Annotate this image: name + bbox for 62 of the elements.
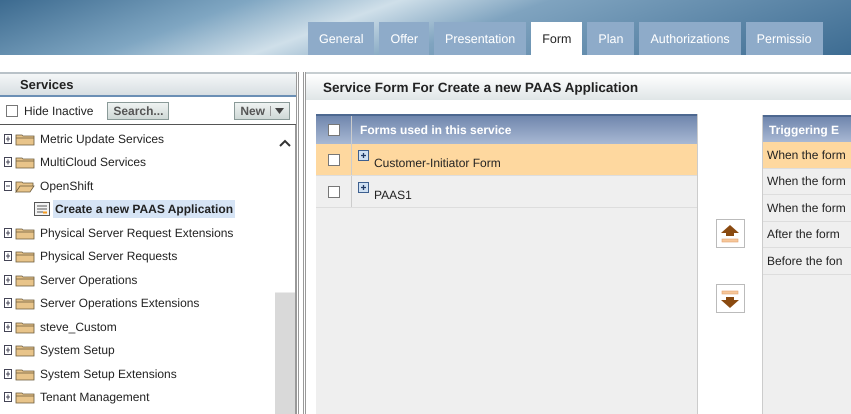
folder-icon (15, 366, 35, 381)
arrow-up-icon (719, 222, 741, 244)
expand-icon[interactable] (4, 274, 12, 285)
expand-icon[interactable] (4, 345, 12, 356)
tree-item[interactable]: MultiCloud Services (38, 153, 148, 172)
checkbox[interactable] (328, 186, 340, 198)
expand-icon[interactable] (4, 134, 12, 144)
panel-title: Services (0, 72, 296, 97)
collapse-icon[interactable] (4, 180, 12, 191)
tree-item[interactable]: Create a new PAAS Application (53, 200, 236, 218)
expand-icon[interactable] (4, 228, 12, 238)
expand-icon[interactable] (4, 251, 12, 262)
tree-item[interactable]: OpenShift (38, 176, 96, 195)
table-cell[interactable]: After the form (763, 222, 851, 248)
tree-item[interactable]: System Setup (38, 341, 117, 360)
tree-item[interactable]: Physical Server Requests (38, 247, 180, 266)
expand-icon[interactable] (358, 182, 369, 193)
tree-item[interactable]: Server Operations (38, 270, 140, 289)
column-header: Forms used in this service (359, 123, 512, 137)
checkbox[interactable] (328, 154, 340, 166)
caret-icon[interactable] (275, 108, 284, 114)
move-up-button[interactable] (716, 219, 744, 248)
form-icon (34, 202, 50, 216)
tree-item[interactable]: Physical Server Request Extensions (38, 224, 236, 242)
expand-icon[interactable] (4, 157, 12, 168)
tree-item[interactable]: System Setup Extensions (38, 364, 179, 383)
form-name: PAAS1 (374, 188, 412, 202)
tree-item[interactable]: Metric Update Services (38, 130, 166, 148)
expand-icon[interactable] (358, 150, 369, 161)
expand-icon[interactable] (4, 298, 12, 308)
folder-icon (15, 343, 35, 358)
scroll-up-icon[interactable] (279, 139, 291, 147)
folder-icon (15, 320, 35, 334)
folder-icon (15, 132, 35, 146)
open-folder-icon (15, 178, 35, 193)
column-header: Triggering E (763, 115, 851, 142)
expand-icon[interactable] (4, 392, 12, 402)
expand-icon[interactable] (4, 322, 12, 332)
folder-icon (15, 390, 35, 404)
folder-icon (15, 272, 35, 287)
search-button[interactable]: Search... (107, 102, 170, 120)
checkbox-label: Hide Inactive (24, 104, 94, 118)
table-cell[interactable]: When the form (763, 168, 851, 195)
tab[interactable]: Form (531, 22, 582, 55)
tree-item[interactable]: Tenant Management (38, 388, 152, 406)
new-button[interactable]: New (234, 102, 290, 120)
arrow-down-icon (719, 288, 741, 310)
folder-icon (15, 155, 35, 170)
table-cell[interactable]: When the form (763, 142, 851, 168)
tree-item[interactable]: steve_Custom (38, 318, 119, 336)
folder-icon (15, 249, 35, 264)
table-row[interactable]: Customer-Initiator Form (316, 144, 697, 176)
checkbox[interactable] (6, 104, 18, 116)
form-name: Customer-Initiator Form (374, 156, 501, 170)
folder-icon (15, 296, 35, 310)
table-row[interactable]: PAAS1 (316, 176, 697, 208)
checkbox[interactable] (328, 124, 340, 136)
tree-item[interactable]: Server Operations Extensions (38, 294, 202, 312)
expand-icon[interactable] (4, 368, 12, 379)
panel-title: Service Form For Create a new PAAS Application (306, 72, 851, 100)
folder-icon (15, 226, 35, 240)
move-down-button[interactable] (716, 284, 744, 313)
